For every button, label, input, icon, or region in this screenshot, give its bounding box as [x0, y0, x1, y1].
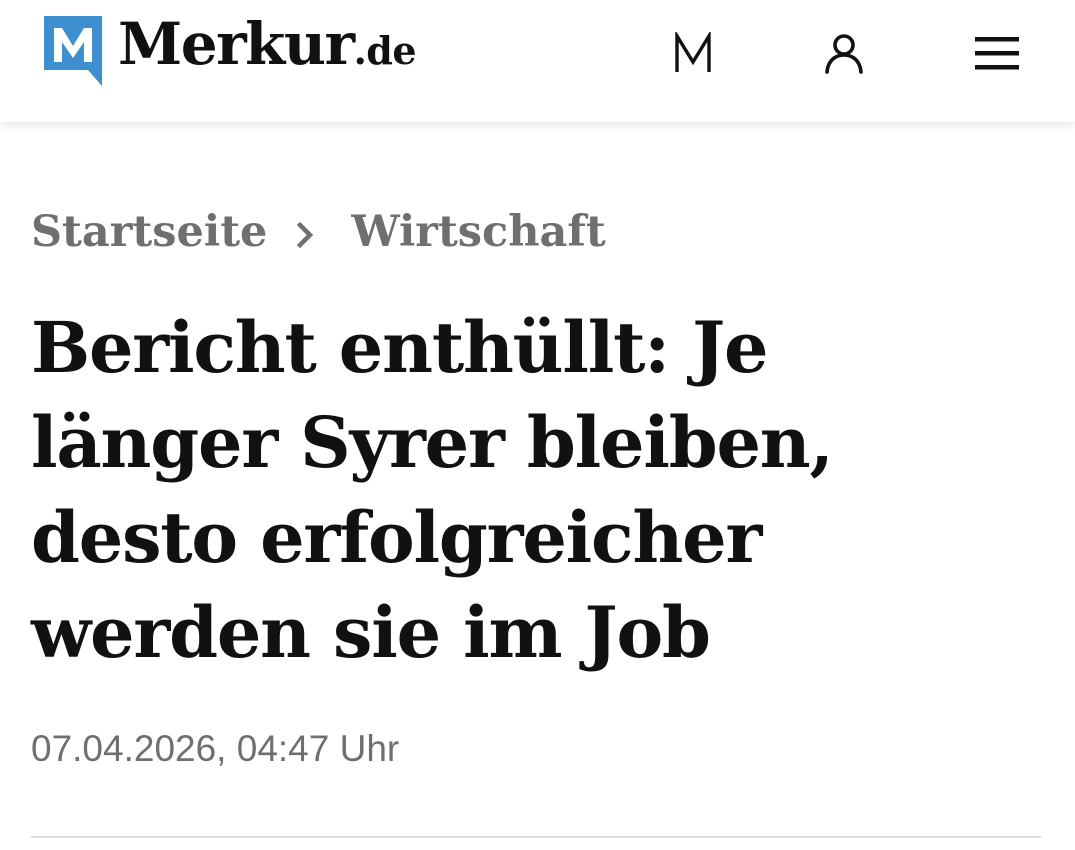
article-date: 07.04.2026, 04:47 Uhr	[31, 728, 400, 769]
chevron-right-icon	[295, 212, 315, 252]
merkur-logo[interactable]: Merkur.de	[40, 12, 417, 92]
divider	[31, 836, 1041, 838]
m-brand-icon	[675, 32, 711, 72]
breadcrumb: Startseite Wirtschaft	[31, 202, 606, 262]
user-icon	[825, 34, 863, 74]
breadcrumb-startseite-link[interactable]: Startseite	[31, 207, 267, 257]
hamburger-menu-icon	[975, 37, 1019, 70]
logo-tld: .de	[353, 28, 417, 73]
breadcrumb-wirtschaft-link[interactable]: Wirtschaft	[351, 207, 605, 257]
logo-word: Merkur	[118, 10, 355, 78]
account-button[interactable]	[811, 20, 877, 86]
premium-button[interactable]	[660, 20, 726, 86]
merkur-logo-mark-icon	[44, 16, 102, 86]
logo-wordmark: Merkur.de	[118, 14, 417, 89]
article-headline: Bericht enthüllt: Je länger Syrer bleibe…	[31, 306, 834, 674]
site-header: Merkur.de	[0, 0, 1075, 122]
menu-button[interactable]	[964, 20, 1030, 86]
